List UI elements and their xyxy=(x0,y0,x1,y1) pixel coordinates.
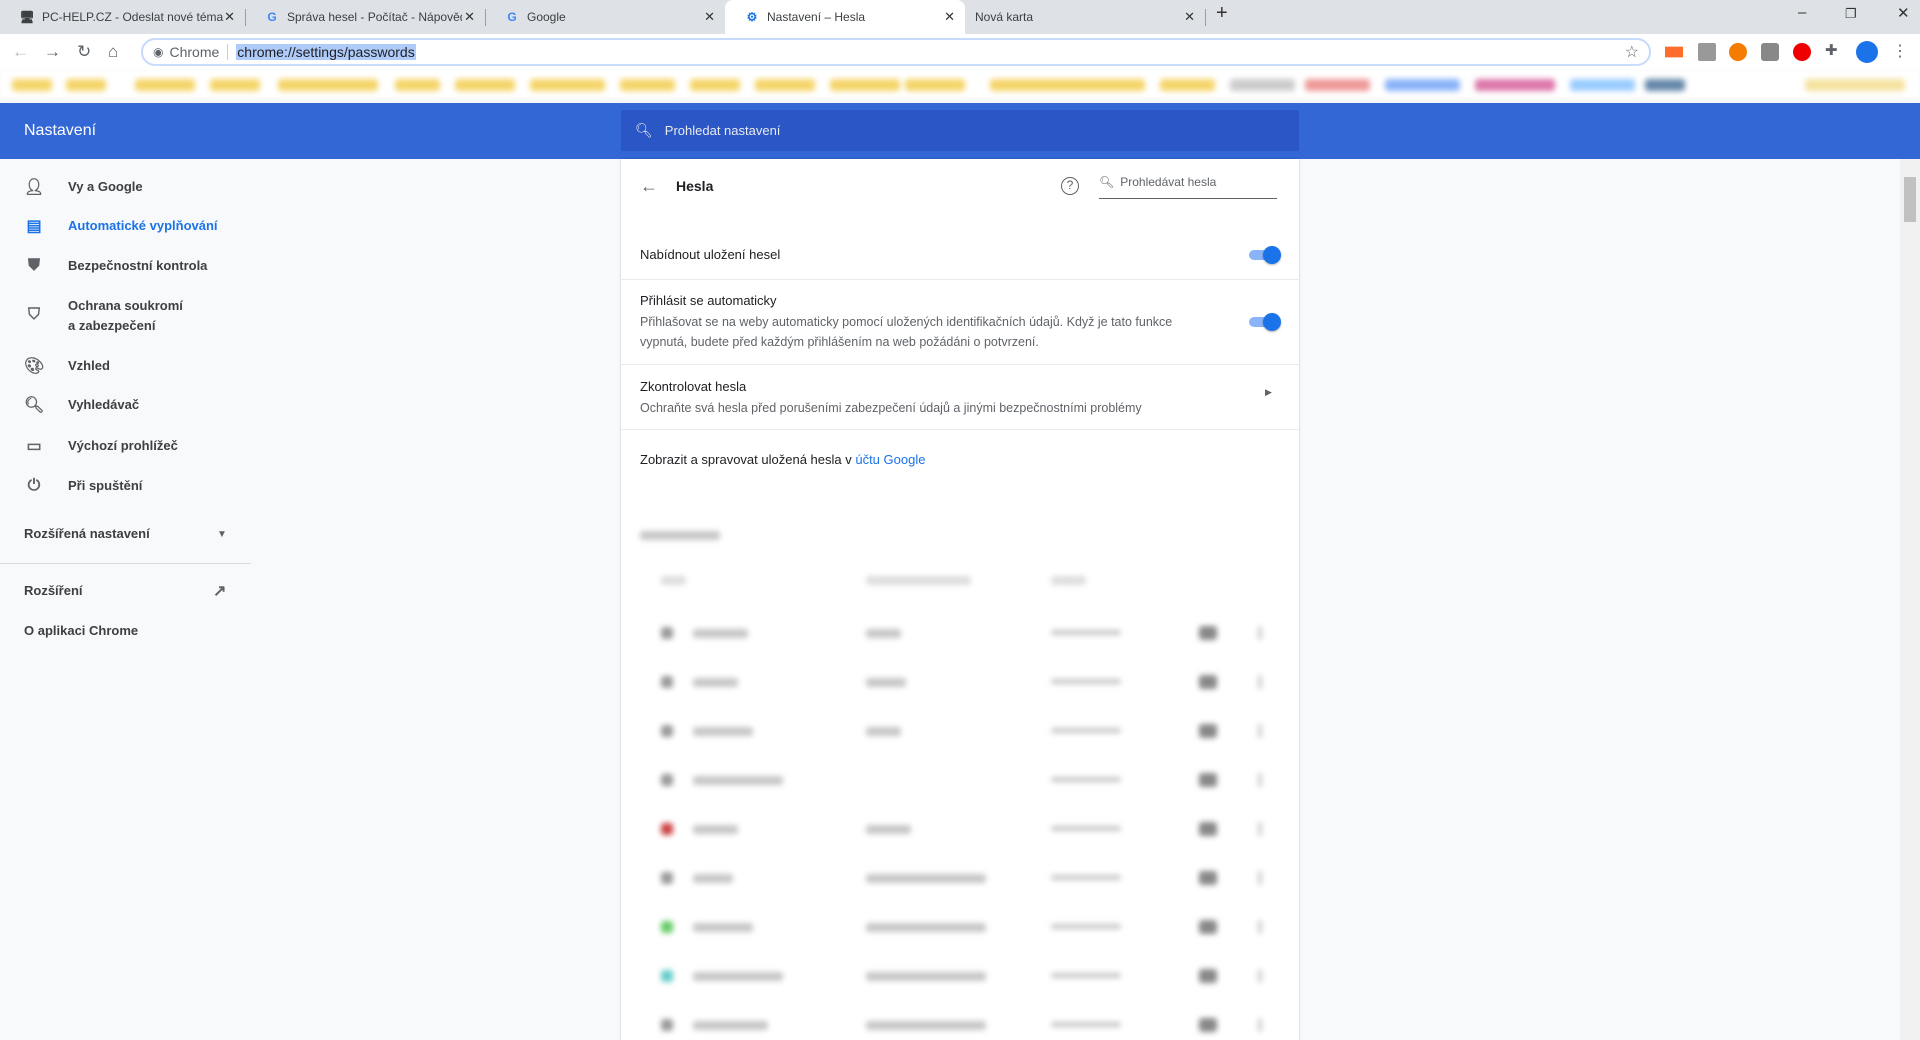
forward-button[interactable]: → xyxy=(44,42,61,62)
browser-icon: ▭ xyxy=(26,438,42,455)
sidebar-item-vy-a-google[interactable]: 👤︎ Vy a Google xyxy=(0,177,251,197)
computer-icon: 🖥 xyxy=(19,10,35,24)
person-icon: 👤︎ xyxy=(24,179,45,196)
clipboard-icon: ▤ xyxy=(26,218,42,235)
password-row xyxy=(621,868,1299,888)
password-row xyxy=(621,721,1299,741)
google-icon: G xyxy=(267,10,277,24)
settings-header: Nastavení 🔍︎ Prohledat nastavení xyxy=(0,103,1920,159)
password-row xyxy=(621,1015,1299,1035)
auto-signin-toggle[interactable] xyxy=(1249,313,1281,331)
password-row xyxy=(621,672,1299,692)
page-title: Hesla xyxy=(676,178,714,194)
palette-icon: 🎨︎ xyxy=(24,358,45,375)
open-external-icon: ↗ xyxy=(213,583,227,600)
tab-sprava-hesel[interactable]: G Správa hesel - Počítač - Nápověd ✕ xyxy=(245,0,486,34)
sidebar-item-search-engine[interactable]: 🔍︎ Vyhledávač xyxy=(0,395,251,415)
tab-nova-karta[interactable]: Nová karta ✕ xyxy=(965,0,1206,34)
gmail-checker-icon[interactable] xyxy=(1698,43,1716,61)
sidebar-about-chrome[interactable]: O aplikaci Chrome xyxy=(0,621,251,641)
saved-passwords-list-blurred xyxy=(621,519,1299,1040)
search-icon: 🔍︎ xyxy=(1099,175,1115,189)
home-button[interactable]: ⌂ xyxy=(108,42,118,62)
password-search-input[interactable]: 🔍︎ Prohledávat hesla xyxy=(1099,175,1277,199)
password-row xyxy=(621,819,1299,839)
password-row xyxy=(621,770,1299,790)
auto-signin-desc: Přihlašovat se na weby automaticky pomoc… xyxy=(640,315,1173,349)
sidebar-advanced[interactable]: Rozšířená nastavení ▼ xyxy=(0,524,251,544)
sidebar-item-safety-check[interactable]: ⛊ Bezpečnostní kontrola xyxy=(0,256,251,276)
sidebar-item-on-startup[interactable]: ⏻ Při spuštění xyxy=(0,476,251,496)
sidebar-item-privacy[interactable]: ⛉ Ochrana soukromí a zabezpečení xyxy=(0,296,251,336)
extensions-puzzle-icon[interactable]: ✚ xyxy=(1825,41,1843,59)
sidebar-item-default-browser[interactable]: ▭ Výchozí prohlížeč xyxy=(0,436,251,456)
sidebar-item-autofill[interactable]: ▤ Automatické vyplňování xyxy=(0,216,251,236)
sidebar-extensions[interactable]: Rozšíření ↗ xyxy=(0,581,251,601)
menu-kebab-icon[interactable]: ⋮ xyxy=(1892,41,1910,60)
page-scrollbar[interactable] xyxy=(1900,159,1920,1040)
power-icon: ⏻ xyxy=(27,477,41,494)
search-icon: 🔍︎ xyxy=(635,122,653,138)
close-tab-icon[interactable]: ✕ xyxy=(464,9,475,25)
chrome-icon: ◉ xyxy=(153,45,164,59)
chevron-right-icon: ▶ xyxy=(1265,387,1272,397)
help-icon[interactable]: ? xyxy=(1061,177,1079,195)
tb-extension-icon[interactable] xyxy=(1761,43,1779,61)
back-button[interactable]: ← xyxy=(12,42,29,62)
tab-google[interactable]: G Google ✕ xyxy=(485,0,725,34)
settings-search-input[interactable]: 🔍︎ Prohledat nastavení xyxy=(621,110,1299,151)
minimize-button[interactable]: – xyxy=(1798,4,1806,21)
tab-strip: 🖥 PC-HELP.CZ - Odeslat nové téma ✕ G Správa… xyxy=(0,0,1920,34)
passwords-card: ← Hesla ? 🔍︎ Prohledávat hesla Nabídnout … xyxy=(621,159,1299,1040)
password-row xyxy=(621,966,1299,986)
dropdown-arrow-icon: ▼ xyxy=(217,528,227,540)
gear-icon: ⚙ xyxy=(746,10,758,24)
bookmark-star-icon[interactable]: ☆ xyxy=(1625,42,1639,62)
tab-nastaveni-hesla[interactable]: ⚙ Nastavení – Hesla ✕ xyxy=(725,0,965,34)
divider xyxy=(621,429,1299,430)
google-icon: G xyxy=(507,10,517,24)
offer-save-label: Nabídnout uložení hesel xyxy=(640,247,781,262)
manage-in-google-account: Zobrazit a spravovat uložená hesla v účt… xyxy=(640,452,926,467)
scrollbar-thumb[interactable] xyxy=(1904,177,1916,222)
profile-avatar[interactable] xyxy=(1856,41,1878,63)
settings-title: Nastavení xyxy=(24,122,97,139)
divider xyxy=(621,279,1299,280)
address-bar[interactable]: ◉ Chrome chrome://settings/passwords ☆ xyxy=(141,38,1651,66)
sidebar: 👤︎ Vy a Google ▤ Automatické vyplňování ⛊ B… xyxy=(0,159,251,1040)
bookmarks-bar xyxy=(0,69,1920,101)
orange-extension-icon[interactable] xyxy=(1729,43,1747,61)
close-tab-icon[interactable]: ✕ xyxy=(944,9,955,25)
password-row xyxy=(621,623,1299,643)
auto-signin-label: Přihlásit se automaticky xyxy=(640,293,777,308)
offer-save-toggle[interactable] xyxy=(1249,246,1281,264)
close-tab-icon[interactable]: ✕ xyxy=(704,9,715,25)
close-tab-icon[interactable]: ✕ xyxy=(1184,9,1195,25)
password-row xyxy=(621,917,1299,937)
sidebar-divider xyxy=(0,563,251,564)
reload-button[interactable]: ↻ xyxy=(77,42,91,62)
google-account-link[interactable]: účtu Google xyxy=(855,452,925,467)
sidebar-item-appearance[interactable]: 🎨︎ Vzhled xyxy=(0,356,251,376)
restore-button[interactable]: ❐ xyxy=(1845,6,1857,22)
adblock-icon[interactable] xyxy=(1793,43,1811,61)
close-tab-icon[interactable]: ✕ xyxy=(224,9,235,25)
shield-check-icon: ⛊ xyxy=(27,257,40,274)
tab-pc-help[interactable]: 🖥 PC-HELP.CZ - Odeslat nové téma ✕ xyxy=(0,0,246,34)
back-arrow-button[interactable]: ← xyxy=(640,176,658,197)
new-tab-button[interactable]: + xyxy=(1216,2,1228,25)
close-window-button[interactable]: ✕ xyxy=(1897,4,1910,22)
shield-icon: ⛉ xyxy=(27,306,40,323)
check-passwords-row[interactable]: Zkontrolovat hesla Ochraňte svá hesla př… xyxy=(621,365,1299,429)
search-icon: 🔍︎ xyxy=(24,397,45,414)
